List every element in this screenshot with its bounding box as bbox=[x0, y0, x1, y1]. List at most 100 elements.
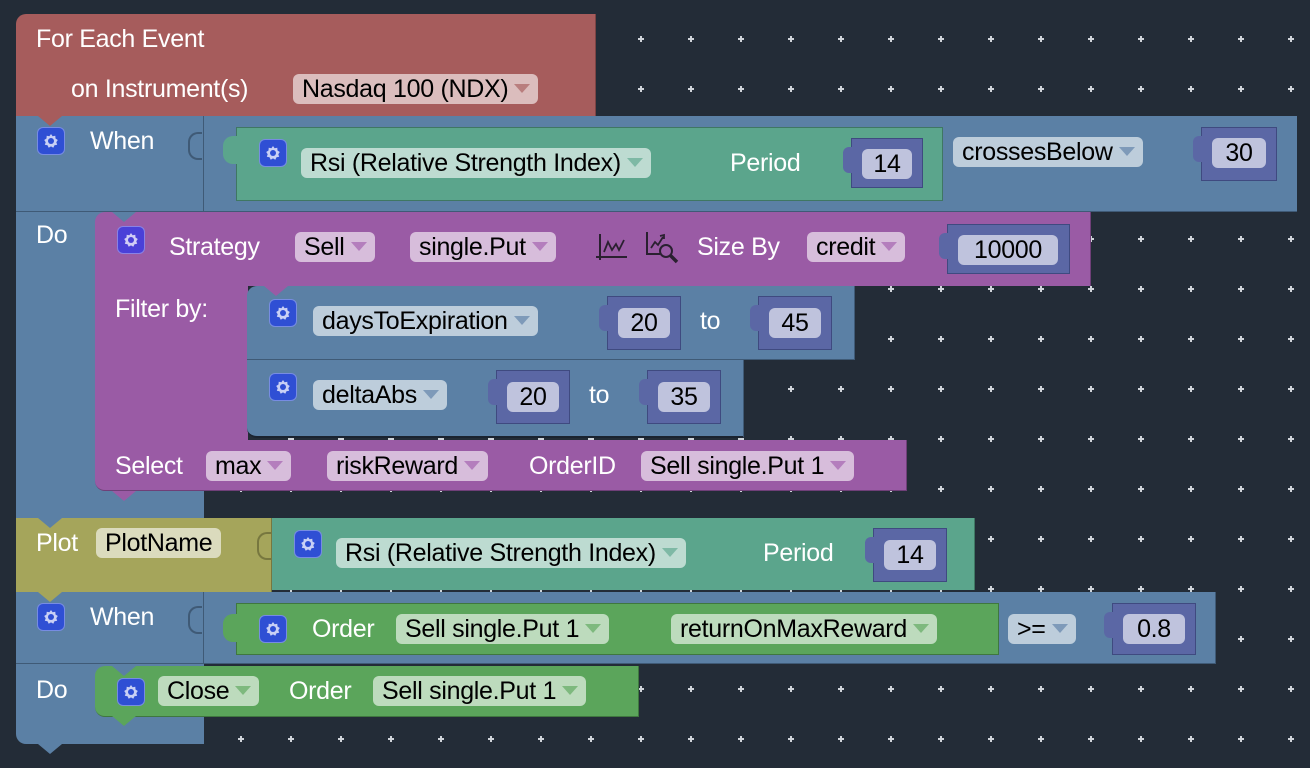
action-dropdown[interactable]: Close bbox=[158, 676, 260, 706]
grid-dot bbox=[1038, 536, 1044, 542]
filter-from-value[interactable]: 20 bbox=[618, 308, 670, 338]
gear-icon[interactable] bbox=[269, 299, 297, 327]
plot-name-input[interactable]: PlotName bbox=[96, 528, 222, 558]
threshold-number-block[interactable]: 30 bbox=[1193, 127, 1277, 181]
gear-icon[interactable] bbox=[37, 127, 65, 155]
gear-icon[interactable] bbox=[259, 139, 287, 167]
side-dropdown[interactable]: Sell bbox=[295, 232, 375, 262]
filter-to-number-block[interactable]: 35 bbox=[639, 370, 721, 424]
grid-dot bbox=[788, 86, 794, 92]
order-id-dropdown[interactable]: Sell single.Put 1 bbox=[641, 451, 855, 481]
payoff-chart-icon[interactable] bbox=[594, 232, 628, 262]
indicator-dropdown[interactable]: Rsi (Relative Strength Index) bbox=[301, 148, 651, 178]
analyze-chart-icon[interactable] bbox=[644, 230, 680, 264]
grid-dot bbox=[738, 36, 744, 42]
period-value[interactable]: 14 bbox=[862, 149, 912, 179]
comparator-dropdown[interactable]: >= bbox=[1008, 614, 1076, 644]
grid-dot bbox=[1188, 36, 1194, 42]
grid-dot bbox=[938, 386, 944, 392]
chevron-down-icon bbox=[1051, 624, 1068, 633]
grid-dot bbox=[1088, 536, 1094, 542]
gear-icon[interactable] bbox=[117, 678, 145, 706]
grid-dot bbox=[1088, 436, 1094, 442]
rsi-indicator-block[interactable]: Rsi (Relative Strength Index) Period 14 bbox=[223, 127, 943, 201]
filter-field-dropdown[interactable]: deltaAbs bbox=[313, 380, 447, 410]
grid-dot bbox=[1038, 286, 1044, 292]
grid-dot bbox=[1038, 686, 1044, 692]
order-id-label: OrderID bbox=[529, 452, 616, 480]
grid-dot bbox=[838, 686, 844, 692]
order-dropdown[interactable]: Sell single.Put 1 bbox=[396, 614, 610, 644]
chevron-down-icon bbox=[267, 461, 284, 470]
grid-dot bbox=[1288, 236, 1294, 242]
filter-block-delta-abs[interactable]: deltaAbs 20 to 35 bbox=[247, 360, 744, 438]
chevron-down-icon bbox=[235, 686, 252, 695]
grid-dot bbox=[1138, 486, 1144, 492]
select-metric-dropdown[interactable]: riskReward bbox=[327, 451, 489, 481]
chevron-down-icon bbox=[585, 624, 602, 633]
grid-dot bbox=[1288, 436, 1294, 442]
threshold-number-block[interactable]: 0.8 bbox=[1104, 603, 1196, 655]
select-mode-dropdown[interactable]: max bbox=[206, 451, 292, 481]
grid-dot bbox=[1238, 436, 1244, 442]
close-order-dropdown[interactable]: Sell single.Put 1 bbox=[373, 676, 587, 706]
filter-from-number-block[interactable]: 20 bbox=[599, 296, 681, 350]
gear-icon[interactable] bbox=[269, 373, 297, 401]
grid-dot bbox=[1138, 536, 1144, 542]
grid-dot bbox=[1238, 686, 1244, 692]
size-by-value: credit bbox=[816, 233, 876, 261]
gear-icon[interactable] bbox=[259, 615, 287, 643]
for-each-event-title: For Each Event bbox=[36, 25, 205, 53]
threshold-value[interactable]: 30 bbox=[1212, 138, 1266, 168]
close-order-block[interactable]: Close Order Sell single.Put 1 bbox=[95, 666, 639, 726]
connector-notch bbox=[112, 212, 136, 222]
filter-from-value[interactable]: 20 bbox=[507, 382, 559, 412]
grid-dot bbox=[1138, 86, 1144, 92]
plot-rsi-indicator-block[interactable]: Rsi (Relative Strength Index) Period 14 bbox=[272, 518, 975, 590]
connector-notch bbox=[38, 518, 62, 528]
filter-from-number-block[interactable]: 20 bbox=[488, 370, 570, 424]
do-label: Do bbox=[36, 676, 68, 704]
grid-dot bbox=[1138, 36, 1144, 42]
filter-by-label: Filter by: bbox=[115, 295, 208, 323]
threshold-value[interactable]: 0.8 bbox=[1123, 614, 1185, 644]
when-1-input-divider bbox=[203, 116, 204, 212]
chevron-down-icon bbox=[626, 158, 643, 167]
filter-field-dropdown[interactable]: daysToExpiration bbox=[313, 306, 538, 336]
grid-dot bbox=[688, 736, 694, 742]
for-each-event-block[interactable]: For Each Event on Instrument(s) Nasdaq 1… bbox=[16, 14, 596, 116]
size-number-block[interactable]: 10000 bbox=[939, 224, 1070, 274]
filter-block-days-to-expiration[interactable]: daysToExpiration 20 to 45 bbox=[247, 286, 855, 360]
gear-icon[interactable] bbox=[37, 603, 65, 631]
when-label: When bbox=[90, 603, 155, 631]
period-number-block[interactable]: 14 bbox=[865, 528, 947, 582]
gear-icon[interactable] bbox=[117, 226, 145, 254]
strategy-type-dropdown[interactable]: single.Put bbox=[410, 232, 556, 262]
chevron-down-icon bbox=[912, 624, 929, 633]
instrument-dropdown[interactable]: Nasdaq 100 (NDX) bbox=[293, 74, 539, 104]
gear-icon[interactable] bbox=[294, 530, 322, 558]
comparator-dropdown[interactable]: crossesBelow bbox=[953, 137, 1143, 167]
grid-dot bbox=[1288, 86, 1294, 92]
grid-dot bbox=[238, 736, 244, 742]
grid-dot bbox=[488, 736, 494, 742]
filter-to-value[interactable]: 45 bbox=[769, 308, 821, 338]
size-by-dropdown[interactable]: credit bbox=[807, 232, 906, 262]
size-value[interactable]: 10000 bbox=[958, 235, 1058, 265]
grid-dot bbox=[988, 686, 994, 692]
order-condition-block[interactable]: Order Sell single.Put 1 returnOnMaxRewar… bbox=[223, 603, 999, 655]
grid-dot bbox=[1088, 286, 1094, 292]
filter-to-value[interactable]: 35 bbox=[658, 382, 710, 412]
indicator-dropdown[interactable]: Rsi (Relative Strength Index) bbox=[336, 538, 686, 568]
connector-notch bbox=[112, 491, 136, 501]
period-value[interactable]: 14 bbox=[884, 540, 936, 570]
period-number-block[interactable]: 14 bbox=[843, 138, 923, 188]
grid-dot bbox=[1288, 736, 1294, 742]
when-2-input-divider bbox=[203, 592, 204, 664]
instrument-label: on Instrument(s) bbox=[71, 75, 249, 103]
order-metric-dropdown[interactable]: returnOnMaxReward bbox=[671, 614, 937, 644]
grid-dot bbox=[288, 736, 294, 742]
grid-dot bbox=[1138, 286, 1144, 292]
filter-to-number-block[interactable]: 45 bbox=[750, 296, 832, 350]
grid-dot bbox=[938, 736, 944, 742]
